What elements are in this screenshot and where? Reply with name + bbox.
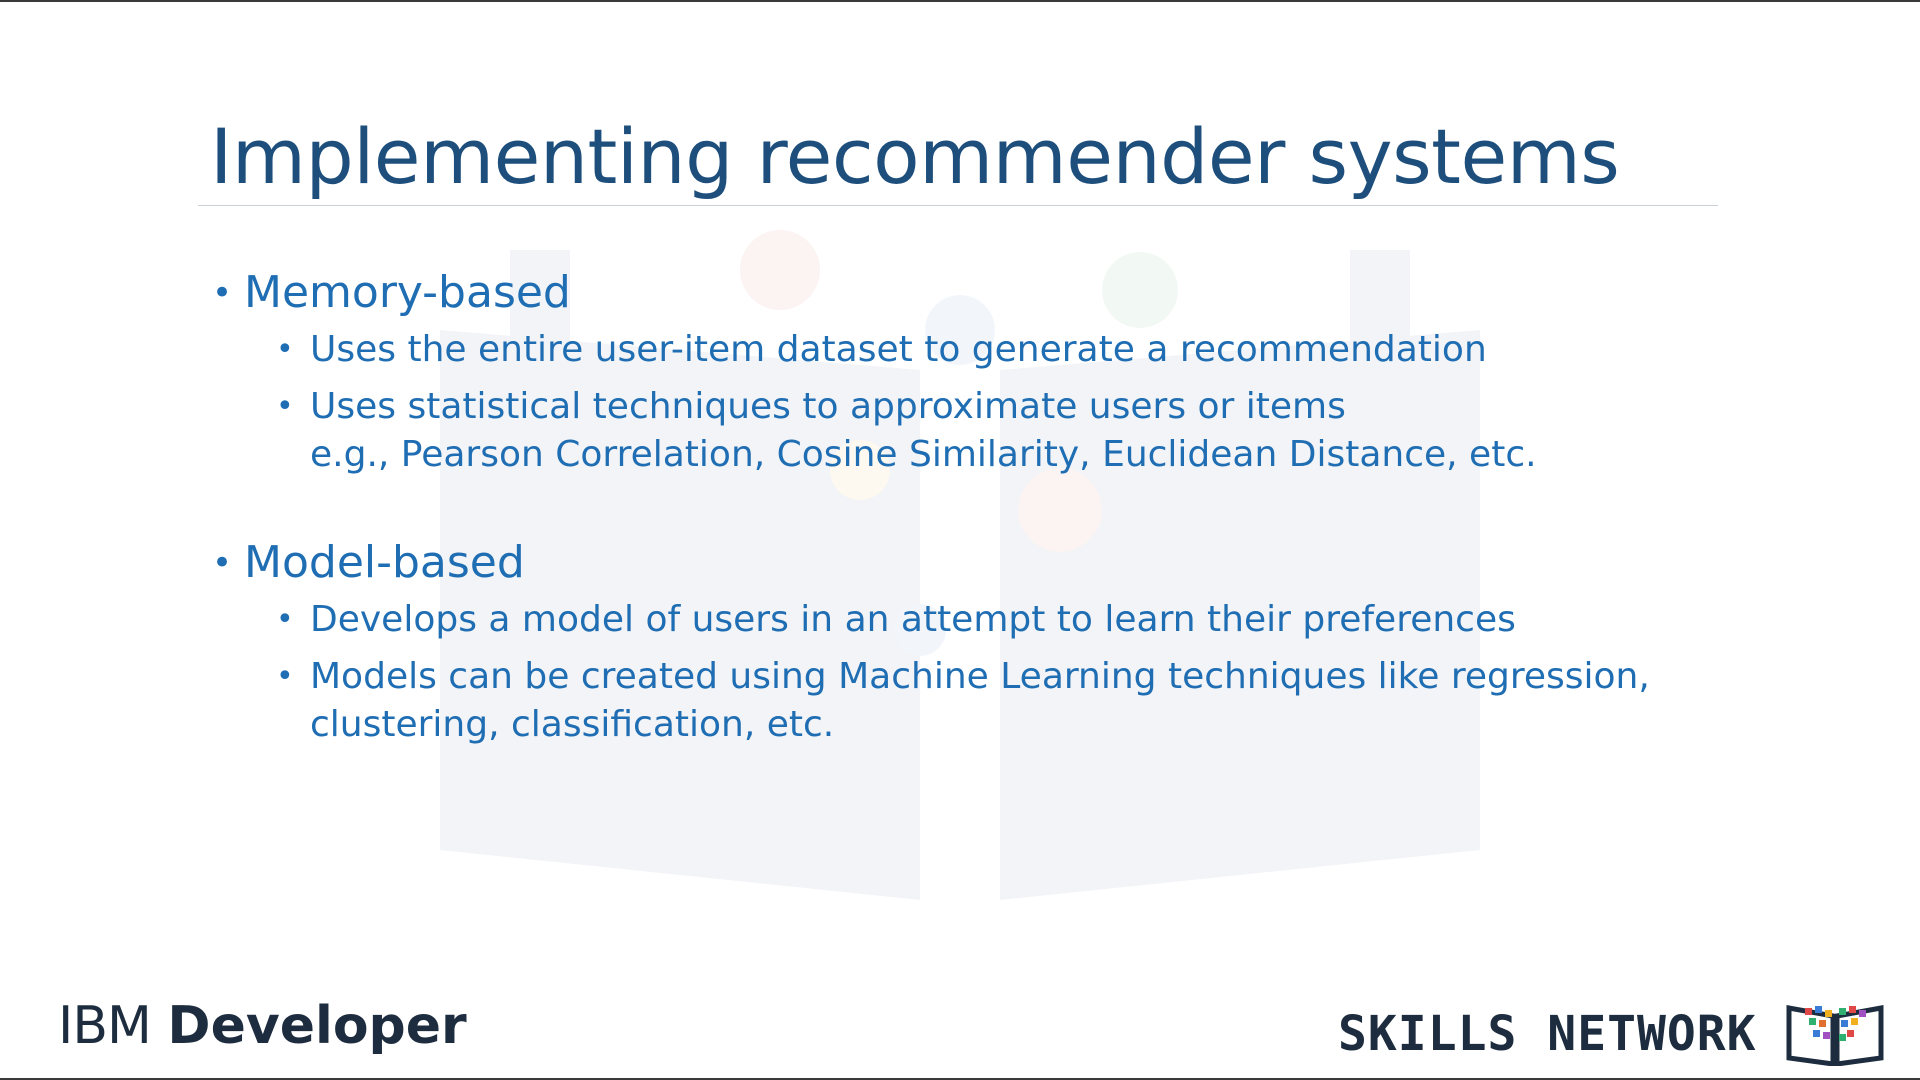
skills-network-text: SKILLS NETWORK <box>1338 1006 1757 1062</box>
skills-network-logo: SKILLS NETWORK <box>1338 1002 1887 1066</box>
bullet-icon: • <box>276 389 294 424</box>
ibm-logo-prefix: IBM <box>58 996 152 1056</box>
bullet-icon: • <box>276 602 294 637</box>
bullet-heading: • Model-based <box>210 532 1710 594</box>
section-heading-label: Model-based <box>244 537 525 588</box>
title-divider <box>198 205 1718 206</box>
bullet-heading: • Memory-based <box>210 262 1710 324</box>
sub-bullet-text: Uses statistical techniques to approxima… <box>310 386 1346 427</box>
sub-bullet-text-continued: clustering, classification, etc. <box>310 704 835 745</box>
bullet-content: • Memory-based • Uses the entire user-it… <box>210 262 1710 758</box>
sub-bullet: • Models can be created using Machine Le… <box>210 653 1710 749</box>
ibm-logo-suffix: Developer <box>167 996 467 1056</box>
bullet-icon: • <box>212 273 233 313</box>
ibm-developer-logo: IBM Developer <box>58 996 467 1056</box>
top-border <box>0 0 1920 2</box>
section-memory-based: • Memory-based • Uses the entire user-it… <box>210 262 1710 479</box>
sub-bullet-text: Models can be created using Machine Lear… <box>310 656 1650 697</box>
bullet-icon: • <box>276 332 294 367</box>
section-model-based: • Model-based • Develops a model of user… <box>210 532 1710 749</box>
sub-bullet-text-continued: e.g., Pearson Correlation, Cosine Simila… <box>310 434 1537 475</box>
sub-bullet: • Uses statistical techniques to approxi… <box>210 383 1710 479</box>
sub-bullet-text: Uses the entire user-item dataset to gen… <box>310 329 1487 370</box>
slide-title: Implementing recommender systems <box>210 112 1620 201</box>
bullet-icon: • <box>212 543 233 583</box>
bullet-icon: • <box>276 659 294 694</box>
sub-bullet: • Develops a model of users in an attemp… <box>210 596 1710 644</box>
sub-bullet-text: Develops a model of users in an attempt … <box>310 599 1516 640</box>
slide: Implementing recommender systems • Memor… <box>0 0 1920 1080</box>
section-heading-label: Memory-based <box>244 267 571 318</box>
sub-bullet-list: • Uses the entire user-item dataset to g… <box>210 326 1710 479</box>
open-book-icon <box>1786 1005 1884 1066</box>
sub-bullet: • Uses the entire user-item dataset to g… <box>210 326 1710 374</box>
sub-bullet-list: • Develops a model of users in an attemp… <box>210 596 1710 749</box>
